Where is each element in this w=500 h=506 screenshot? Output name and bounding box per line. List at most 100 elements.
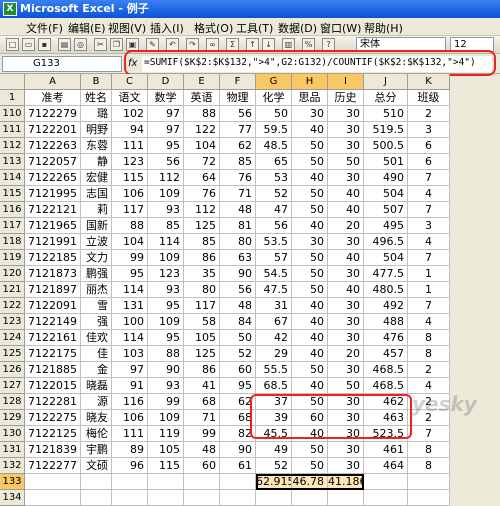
table-cell[interactable]: 50 — [292, 202, 328, 218]
table-cell[interactable]: 461 — [364, 442, 408, 458]
table-cell[interactable]: 91 — [112, 378, 148, 394]
table-cell[interactable]: 504 — [364, 250, 408, 266]
table-cell[interactable] — [328, 490, 364, 506]
table-cell[interactable]: 76 — [220, 170, 256, 186]
table-cell[interactable]: 105 — [184, 330, 220, 346]
table-cell[interactable]: 95 — [112, 266, 148, 282]
table-cell[interactable]: 86 — [184, 362, 220, 378]
row-header[interactable]: 128 — [0, 394, 25, 410]
new-icon[interactable]: □ — [6, 38, 19, 51]
table-cell[interactable]: 7122279 — [25, 106, 81, 122]
table-cell[interactable]: 80 — [220, 234, 256, 250]
save-icon[interactable]: ▪ — [38, 38, 51, 51]
table-cell[interactable] — [408, 474, 450, 490]
table-cell[interactable]: 477.5 — [364, 266, 408, 282]
table-cell[interactable]: 强 — [81, 314, 112, 330]
table-cell[interactable]: 492 — [364, 298, 408, 314]
menu-help[interactable]: 帮助(H) — [364, 20, 403, 36]
row-header[interactable]: 125 — [0, 346, 25, 362]
table-cell[interactable]: 457 — [364, 346, 408, 362]
table-cell[interactable]: 119 — [148, 426, 184, 442]
table-cell[interactable]: 40 — [292, 378, 328, 394]
table-cell[interactable]: 30 — [328, 442, 364, 458]
table-cell[interactable]: 50 — [292, 250, 328, 266]
menu-format[interactable]: 格式(O) — [194, 20, 233, 36]
table-cell[interactable]: 东蓉 — [81, 138, 112, 154]
row-header[interactable]: 115 — [0, 186, 25, 202]
table-cell[interactable]: 7122125 — [25, 426, 81, 442]
table-cell[interactable]: 8 — [408, 346, 450, 362]
table-cell[interactable] — [25, 474, 81, 490]
row-header[interactable]: 117 — [0, 218, 25, 234]
menu-window[interactable]: 窗口(W) — [320, 20, 361, 36]
table-cell[interactable]: 40 — [292, 170, 328, 186]
table-cell[interactable]: 112 — [184, 202, 220, 218]
table-cell[interactable]: 495 — [364, 218, 408, 234]
table-cell[interactable]: 93 — [148, 378, 184, 394]
table-cell[interactable]: 7122281 — [25, 394, 81, 410]
table-cell[interactable]: 468.5 — [364, 362, 408, 378]
table-cell[interactable]: 7 — [408, 426, 450, 442]
table-cell[interactable]: 国新 — [81, 218, 112, 234]
table-cell[interactable]: 47 — [256, 202, 292, 218]
column-header-i[interactable]: I — [328, 74, 364, 90]
table-cell[interactable]: 30 — [328, 170, 364, 186]
table-cell[interactable]: 93 — [148, 282, 184, 298]
table-cell[interactable]: 50 — [292, 442, 328, 458]
table-cell[interactable]: 103 — [112, 346, 148, 362]
row-header[interactable]: 119 — [0, 250, 25, 266]
table-cell[interactable]: 29 — [256, 346, 292, 362]
table-cell[interactable]: 111 — [112, 138, 148, 154]
table-cell[interactable]: 88 — [112, 218, 148, 234]
table-cell[interactable]: 114 — [112, 330, 148, 346]
table-cell[interactable]: 57 — [256, 250, 292, 266]
menu-edit[interactable]: 编辑(E) — [68, 20, 106, 36]
table-cell[interactable]: 40 — [328, 186, 364, 202]
table-cell[interactable]: 464 — [364, 458, 408, 474]
table-cell[interactable]: 30 — [328, 266, 364, 282]
table-cell[interactable]: 50 — [328, 378, 364, 394]
table-cell[interactable]: 30 — [328, 138, 364, 154]
table-cell[interactable]: 95 — [148, 298, 184, 314]
menu-view[interactable]: 视图(V) — [108, 20, 146, 36]
table-cell[interactable] — [220, 490, 256, 506]
column-header-j[interactable]: J — [364, 74, 408, 90]
table-cell[interactable]: 30 — [328, 330, 364, 346]
table-cell[interactable]: 文硕 — [81, 458, 112, 474]
table-cell[interactable]: 63 — [220, 250, 256, 266]
table-cell[interactable] — [112, 490, 148, 506]
table-cell[interactable]: 31 — [256, 298, 292, 314]
table-cell[interactable]: 52 — [256, 458, 292, 474]
table-cell[interactable]: 54.5 — [256, 266, 292, 282]
table-cell[interactable]: 76 — [184, 186, 220, 202]
table-cell[interactable]: 3 — [408, 218, 450, 234]
table-cell[interactable] — [148, 490, 184, 506]
table-cell[interactable]: 40 — [328, 202, 364, 218]
table-cell[interactable]: 2 — [408, 106, 450, 122]
row-header[interactable]: 124 — [0, 330, 25, 346]
row-header[interactable]: 1 — [0, 90, 25, 106]
table-cell[interactable]: 40 — [292, 122, 328, 138]
table-cell[interactable]: 125 — [184, 346, 220, 362]
table-cell[interactable]: 7 — [408, 170, 450, 186]
row-header[interactable]: 123 — [0, 314, 25, 330]
table-cell[interactable]: 60 — [184, 458, 220, 474]
table-cell[interactable]: 明野 — [81, 122, 112, 138]
column-header-b[interactable]: B — [81, 74, 112, 90]
table-cell[interactable]: 109 — [148, 314, 184, 330]
table-cell[interactable]: 7121839 — [25, 442, 81, 458]
table-cell[interactable]: 112 — [148, 170, 184, 186]
select-all-corner[interactable] — [0, 74, 25, 90]
table-cell[interactable] — [364, 474, 408, 490]
table-cell[interactable]: 115 — [112, 170, 148, 186]
table-cell[interactable]: 4 — [408, 186, 450, 202]
table-cell[interactable]: 102 — [112, 106, 148, 122]
table-cell[interactable]: 2 — [408, 362, 450, 378]
table-cell[interactable]: 7121991 — [25, 234, 81, 250]
column-header-d[interactable]: D — [148, 74, 184, 90]
table-cell[interactable]: 53 — [256, 170, 292, 186]
table-cell[interactable]: 7122265 — [25, 170, 81, 186]
table-cell[interactable]: 7122015 — [25, 378, 81, 394]
table-cell[interactable]: 40 — [292, 298, 328, 314]
table-cell[interactable]: 95 — [220, 378, 256, 394]
